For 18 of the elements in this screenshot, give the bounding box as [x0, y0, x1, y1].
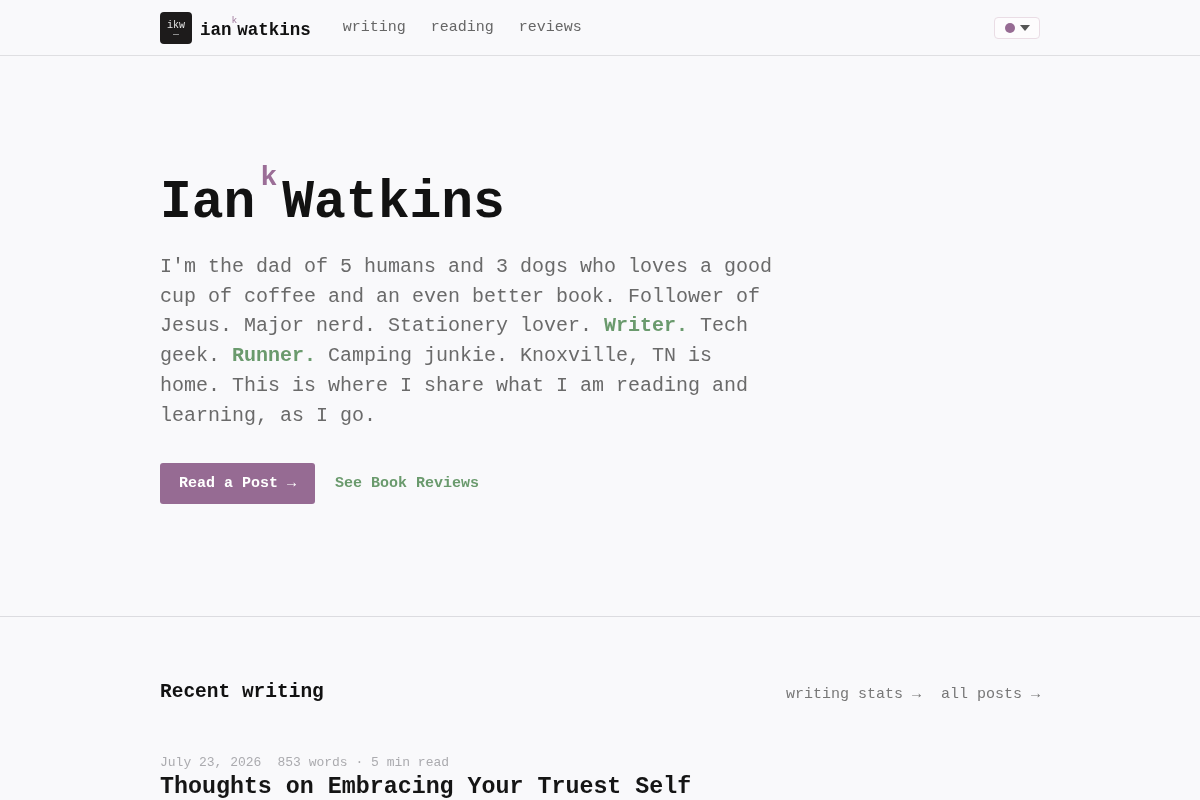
nav-link[interactable]: reviews: [518, 19, 582, 36]
logo[interactable]: ikw: [160, 11, 192, 44]
post-stats: 853 words · 5 min read: [277, 754, 450, 773]
caret-down-icon: [1019, 24, 1030, 31]
post-title-link[interactable]: Thoughts on Embracing Your Truest Self: [160, 774, 692, 800]
bio-text: I'm the dad of 5 humans and 3 dogs who loves a good cup of coffee and an even better book. Follower of Jesus. Major nerd. Stationery lover. Writer. Tech geek. Runner. Camping junkie. Knoxville, TN is home. This is where I share what I am reading and learning, as I go.: [160, 254, 774, 429]
section-link[interactable]: writing stats →: [785, 685, 921, 703]
book-reviews-link[interactable]: See Book Reviews: [335, 475, 480, 493]
dot-icon: [1004, 22, 1015, 33]
post-date: July 23, 2026: [160, 754, 262, 773]
nav-link[interactable]: writing: [342, 19, 406, 36]
nav-link[interactable]: reading: [430, 19, 494, 36]
section-link[interactable]: all posts →: [940, 685, 1040, 703]
site-title[interactable]: ian$^{k}$watkins: [200, 15, 311, 40]
hero-title: Ian$^{k}$Watkins: [160, 160, 505, 235]
read-post-button[interactable]: Read a Post →: [160, 463, 316, 505]
dropdown-button[interactable]: [994, 16, 1040, 39]
section-heading: Recent writing: [160, 680, 324, 706]
